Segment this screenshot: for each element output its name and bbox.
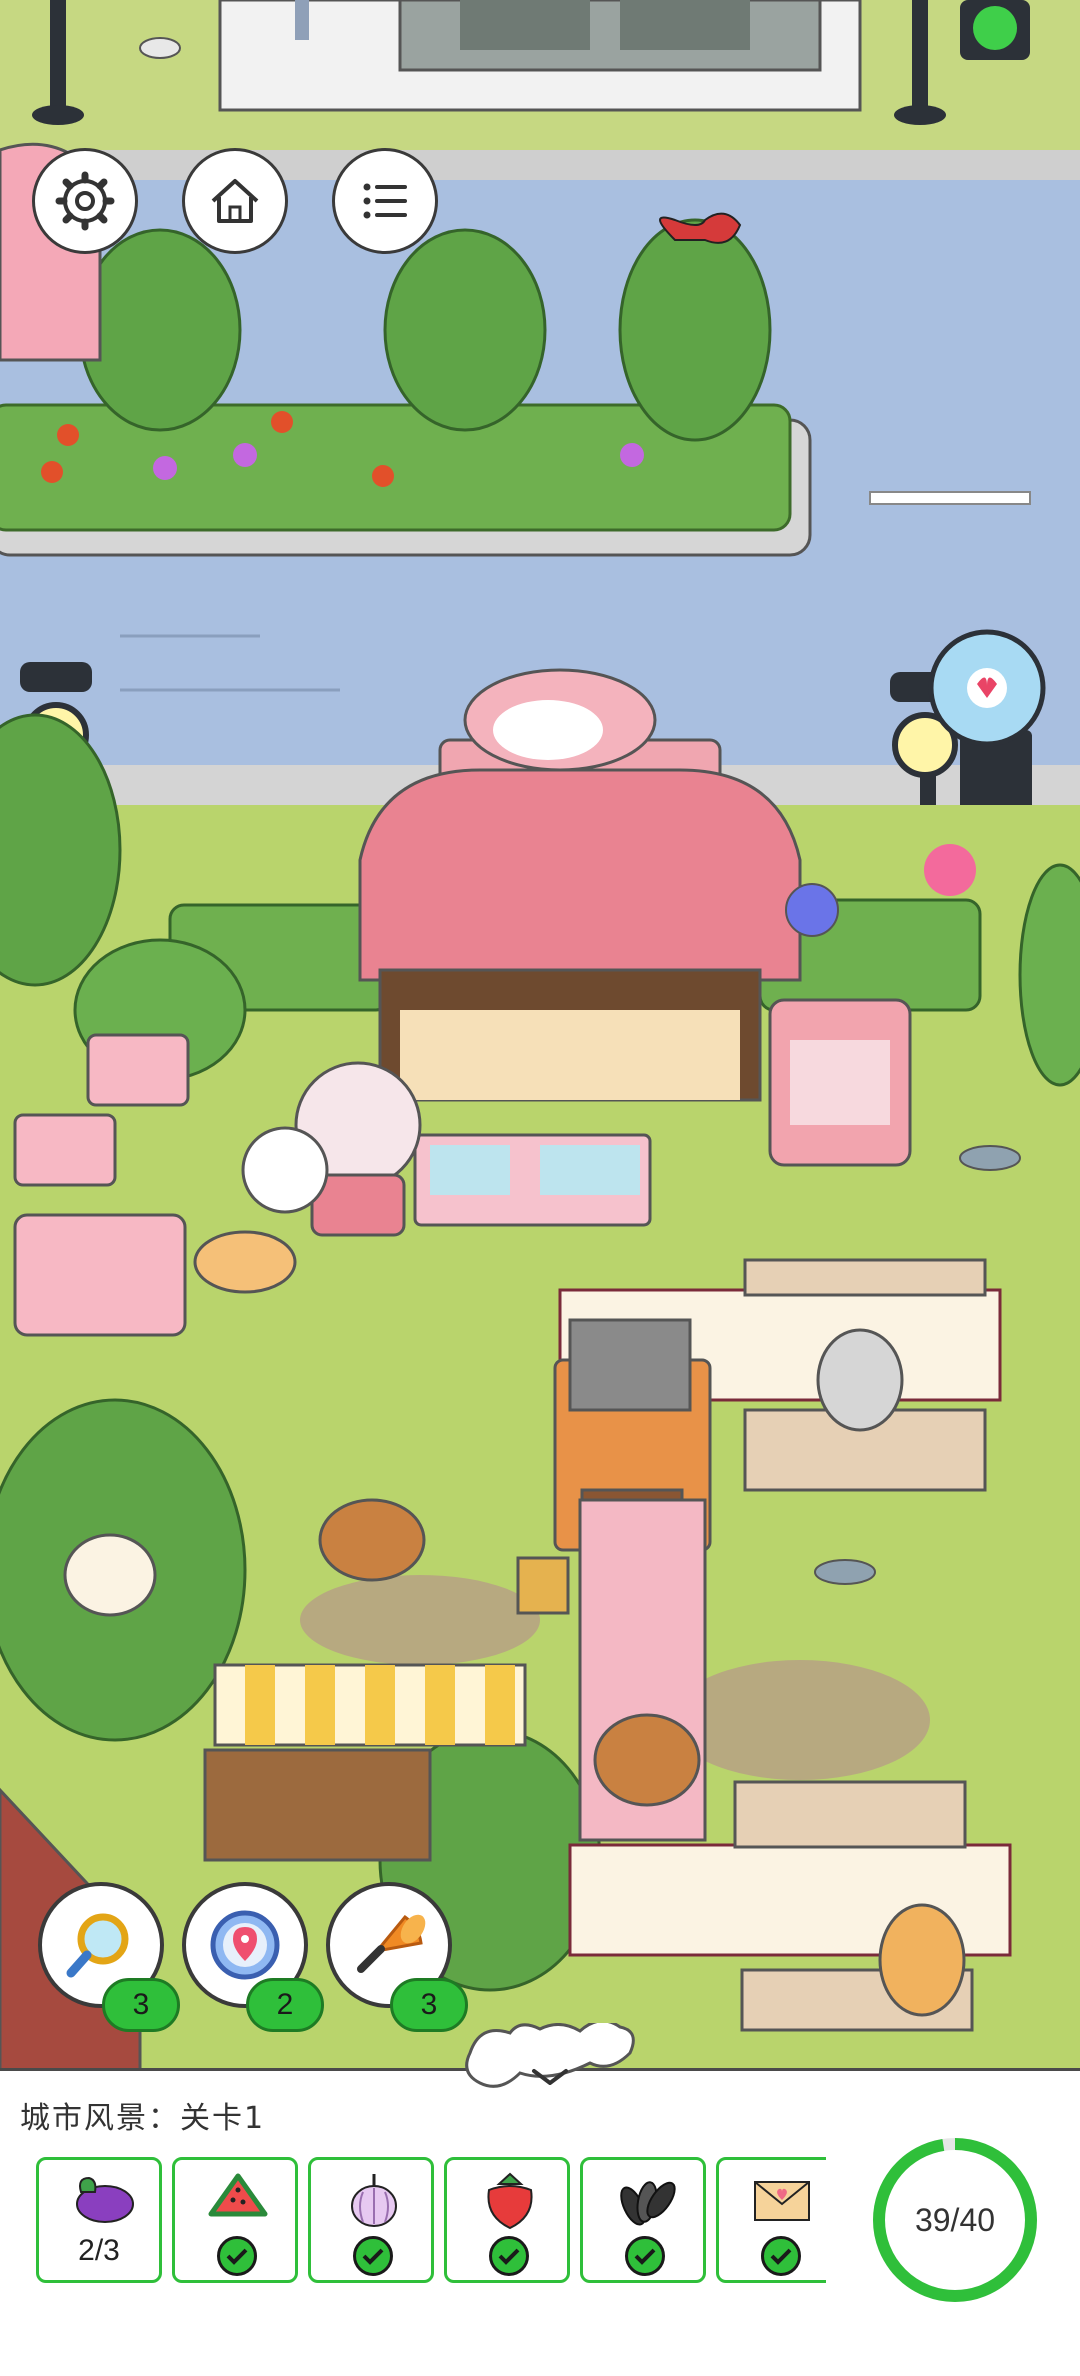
envelope-icon (754, 2181, 810, 2221)
found-check-icon (489, 2236, 529, 2276)
eggplant-icon (76, 2176, 134, 2223)
home-button[interactable] (182, 148, 288, 254)
home-icon (211, 179, 259, 223)
found-check-icon (761, 2236, 801, 2276)
settings-button[interactable] (32, 148, 138, 254)
garlic-icon (351, 2174, 397, 2227)
progress-count: 39/40 (914, 2202, 996, 2238)
magnifier-icon (66, 1913, 129, 1978)
found-check-icon (353, 2236, 393, 2276)
item-list: 2/3 (36, 2157, 826, 2287)
item-envelope[interactable] (716, 2157, 826, 2283)
horn-icon (357, 1914, 426, 1973)
found-check-icon (625, 2236, 665, 2276)
strawberry-icon (487, 2172, 533, 2230)
item-sunflower-seeds[interactable] (580, 2157, 706, 2283)
item-count: 2/3 (78, 2234, 120, 2267)
item-watermelon[interactable] (172, 2157, 298, 2283)
sunflower-seeds-icon (620, 2181, 676, 2226)
magnifier-count-badge: 3 (102, 1978, 180, 2032)
item-garlic[interactable] (308, 2157, 434, 2283)
level-title: 城市风景：关卡1 (20, 2101, 266, 2136)
compass-icon (210, 1910, 280, 1980)
gear-icon (55, 171, 115, 231)
game-scene[interactable]: 3 2 3 (0, 0, 1080, 2068)
menu-list-button[interactable] (332, 148, 438, 254)
target-items-panel: 城市风景：关卡1 2/3 39/40 (0, 2023, 1080, 2376)
scene-illustration[interactable] (0, 0, 1080, 2068)
list-icon (363, 183, 407, 219)
found-check-icon (217, 2236, 257, 2276)
compass-count-badge: 2 (246, 1978, 324, 2032)
watermelon-icon (208, 2173, 268, 2217)
item-eggplant[interactable]: 2/3 (36, 2157, 162, 2283)
collapse-panel-button[interactable] (440, 2023, 660, 2107)
item-strawberry[interactable] (444, 2157, 570, 2283)
